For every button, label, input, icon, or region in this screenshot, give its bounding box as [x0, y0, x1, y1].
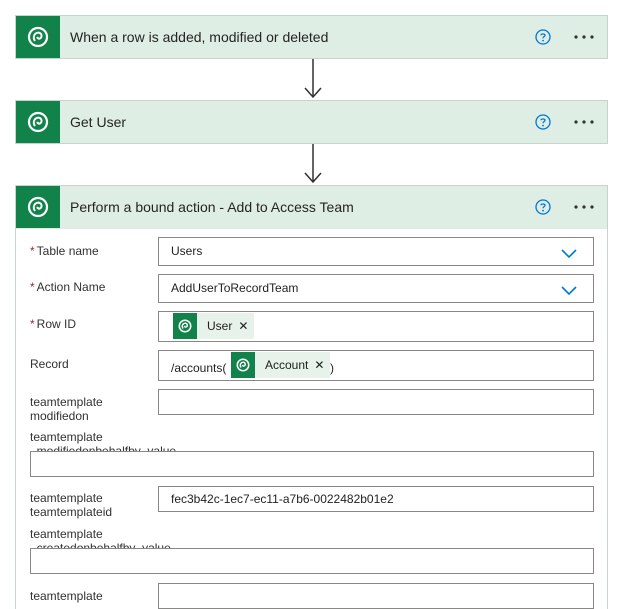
table-name-select[interactable]: Users [158, 237, 594, 266]
table-name-value: Users [171, 244, 203, 258]
required-marker: * [30, 317, 35, 331]
chevron-down-icon[interactable] [561, 249, 577, 259]
table-name-label: * Table name [30, 244, 99, 258]
step-title: When a row is added, modified or deleted [70, 29, 329, 45]
account-token[interactable]: Account ✕ [231, 352, 331, 378]
help-circle-icon[interactable] [535, 114, 551, 130]
step-card-body: * Table name Users * Action Name AddUserTo… [15, 229, 608, 609]
required-marker: * [30, 280, 35, 294]
step-title: Get User [70, 114, 127, 130]
chevron-down-icon[interactable] [561, 286, 577, 296]
tt-last-label: teamtemplate [30, 589, 103, 603]
action-name-label: * Action Name [30, 280, 106, 294]
tt-modifiedon-label: teamtemplate modifiedon [30, 395, 103, 423]
tt-last-input[interactable] [158, 583, 594, 609]
record-prefix: /accounts( [171, 361, 227, 375]
help-circle-icon[interactable] [535, 199, 551, 215]
close-icon[interactable]: ✕ [238, 319, 254, 333]
step-title: Perform a bound action - Add to Access T… [70, 199, 354, 215]
connector-arrow-icon [304, 144, 322, 184]
step-card-bound-action[interactable]: Perform a bound action - Add to Access T… [15, 185, 608, 229]
connector-arrow-icon [304, 59, 322, 99]
tt-teamtemplateid-label: teamtemplate teamtemplateid [30, 491, 113, 519]
dataverse-logo-icon [16, 16, 60, 58]
dataverse-logo-icon [16, 186, 60, 228]
more-ellipsis-icon[interactable] [573, 114, 595, 130]
tt-createdonbehalfby-label: teamtemplate _createdonbehalfby_value [30, 527, 171, 549]
tt-modifiedonbehalfby-label: teamtemplate _modifiedonbehalfby_value [30, 430, 177, 452]
dataverse-logo-icon [16, 101, 60, 143]
record-suffix: ) [330, 361, 334, 375]
token-label: Account [265, 358, 309, 372]
row-id-label: * Row ID [30, 317, 77, 331]
record-label: Record [30, 357, 69, 371]
close-icon[interactable]: ✕ [314, 358, 330, 372]
tt-teamtemplateid-value: fec3b42c-1ec7-ec11-a7b6-0022482b01e2 [171, 492, 394, 506]
tt-modifiedonbehalfby-input[interactable] [30, 451, 594, 477]
action-name-value: AddUserToRecordTeam [171, 281, 299, 295]
dataverse-logo-icon [173, 313, 197, 339]
more-ellipsis-icon[interactable] [573, 199, 595, 215]
user-token[interactable]: User ✕ [173, 313, 255, 339]
step-card-trigger[interactable]: When a row is added, modified or deleted [15, 15, 608, 59]
dataverse-logo-icon [231, 352, 255, 378]
more-ellipsis-icon[interactable] [573, 29, 595, 45]
action-name-select[interactable]: AddUserToRecordTeam [158, 274, 594, 303]
help-circle-icon[interactable] [535, 29, 551, 45]
tt-teamtemplateid-input[interactable]: fec3b42c-1ec7-ec11-a7b6-0022482b01e2 [158, 486, 594, 512]
row-id-input[interactable]: User ✕ [158, 311, 594, 342]
tt-modifiedon-input[interactable] [158, 389, 594, 415]
step-card-get-user[interactable]: Get User [15, 100, 608, 144]
required-marker: * [30, 244, 35, 258]
tt-createdonbehalfby-input[interactable] [30, 548, 594, 574]
record-input[interactable]: /accounts( Account ✕ ) [158, 350, 594, 381]
token-label: User [207, 319, 233, 333]
